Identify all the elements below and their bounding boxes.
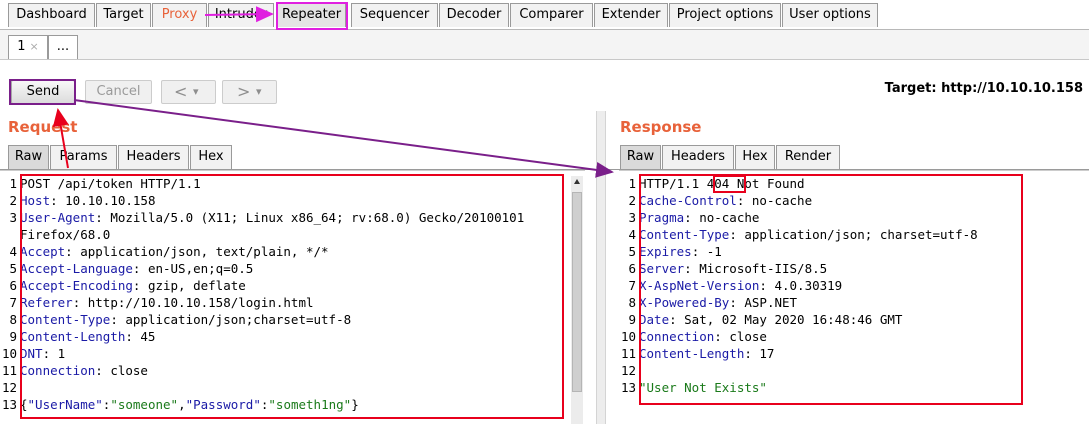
line-number: 9 <box>9 329 17 344</box>
tab-intruder[interactable]: Intruder <box>208 3 274 27</box>
tab-user-options[interactable]: User options <box>782 3 878 27</box>
line-number: 6 <box>9 278 17 293</box>
line-number: 9 <box>628 312 636 327</box>
line-number: 12 <box>1 380 17 395</box>
tab-target[interactable]: Target <box>96 3 151 27</box>
request-scrollbar[interactable] <box>571 176 583 424</box>
line-number: 2 <box>628 193 636 208</box>
request-tab-hex[interactable]: Hex <box>190 145 232 169</box>
target-label[interactable]: Target: http://10.10.10.158 <box>885 81 1083 96</box>
repeater-tab-1[interactable]: 1 × <box>8 35 48 59</box>
line-number: 10 <box>620 329 636 344</box>
new-repeater-tab[interactable]: ... <box>48 35 78 59</box>
line-number: 7 <box>628 278 636 293</box>
line-number: 4 <box>628 227 636 242</box>
line-number: 8 <box>9 312 17 327</box>
response-tab-raw[interactable]: Raw <box>620 145 661 169</box>
tab-decoder[interactable]: Decoder <box>439 3 509 27</box>
tab-project-options[interactable]: Project options <box>669 3 781 27</box>
line-number: 4 <box>9 244 17 259</box>
line-number: 11 <box>620 346 636 361</box>
chevron-right-icon[interactable]: > <box>237 81 250 103</box>
line-number: 13 <box>620 380 636 395</box>
status-code-highlight-box <box>713 175 746 193</box>
line-number: 10 <box>1 346 17 361</box>
chevron-down-icon[interactable]: ▾ <box>193 81 199 103</box>
response-tab-hex[interactable]: Hex <box>735 145 775 169</box>
line-number: 5 <box>628 244 636 259</box>
line-number: 13 <box>1 397 17 412</box>
request-highlight-box <box>20 174 564 419</box>
response-title: Response <box>620 118 702 136</box>
response-tab-render[interactable]: Render <box>776 145 840 169</box>
request-line: 12 <box>0 379 20 396</box>
repeater-toolbar: Send Cancel < ▾ > ▾ Target: http://10.10… <box>0 61 1089 111</box>
chevron-left-icon[interactable]: < <box>174 81 187 103</box>
request-title: Request <box>8 118 78 136</box>
tab-sequencer[interactable]: Sequencer <box>351 3 438 27</box>
line-number: 8 <box>628 295 636 310</box>
line-number: 1 <box>628 176 636 191</box>
repeater-highlight-box <box>276 2 348 30</box>
history-back-group[interactable]: < ▾ <box>161 80 216 104</box>
request-tab-headers[interactable]: Headers <box>118 145 189 169</box>
request-tab-raw[interactable]: Raw <box>8 145 49 169</box>
line-number: 12 <box>620 363 636 378</box>
tab-extender[interactable]: Extender <box>594 3 668 27</box>
line-number: 11 <box>1 363 17 378</box>
request-scrollbar-thumb[interactable] <box>572 192 582 392</box>
request-tab-params[interactable]: Params <box>50 145 117 169</box>
send-highlight-box <box>9 79 76 105</box>
response-line: 12 <box>619 362 639 379</box>
chevron-down-icon[interactable]: ▾ <box>256 81 262 103</box>
line-number: 7 <box>9 295 17 310</box>
line-number: 3 <box>628 210 636 225</box>
tab-dashboard[interactable]: Dashboard <box>8 3 95 27</box>
history-forward-group[interactable]: > ▾ <box>222 80 277 104</box>
line-number: 5 <box>9 261 17 276</box>
tab-comparer[interactable]: Comparer <box>510 3 593 27</box>
line-number: 2 <box>9 193 17 208</box>
close-icon[interactable]: × <box>30 40 39 53</box>
pane-splitter[interactable] <box>596 111 606 424</box>
repeater-subtab-bar: 1 × ... <box>0 30 1089 60</box>
response-tab-headers[interactable]: Headers <box>662 145 734 169</box>
line-number: 1 <box>9 176 17 191</box>
cancel-button[interactable]: Cancel <box>85 80 152 104</box>
line-number: 6 <box>628 261 636 276</box>
scroll-up-icon[interactable] <box>573 178 581 186</box>
main-tab-bar: Dashboard Target Proxy Intruder Repeater… <box>0 0 1089 30</box>
response-highlight-box <box>639 174 1023 405</box>
repeater-tab-1-label: 1 <box>17 39 26 54</box>
line-number: 3 <box>9 210 17 225</box>
tab-proxy[interactable]: Proxy <box>152 3 207 27</box>
